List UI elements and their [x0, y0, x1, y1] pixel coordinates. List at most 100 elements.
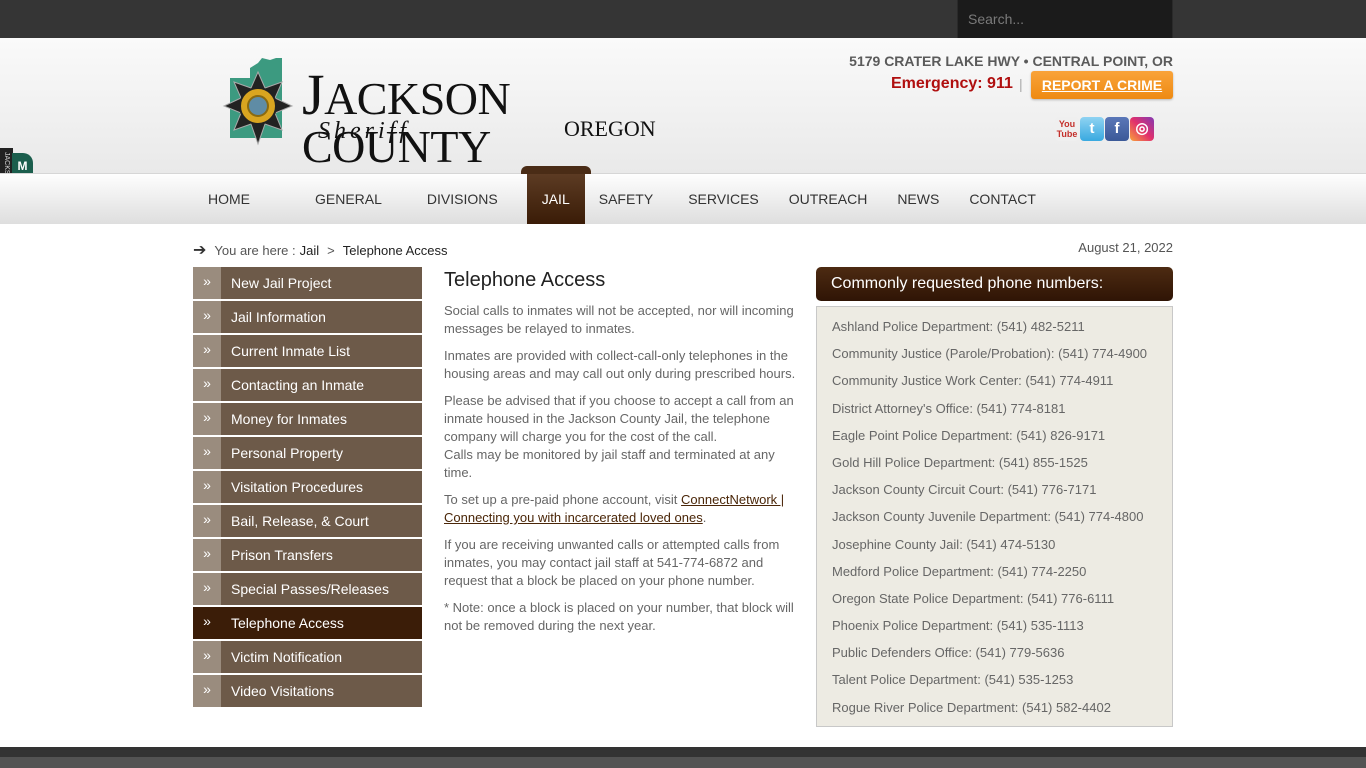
- phone-item: Rogue River Police Department: (541) 582…: [832, 699, 1111, 715]
- nav-outreach[interactable]: OUTREACH: [774, 174, 883, 224]
- sidebar-item-label: Current Inmate List: [231, 343, 351, 359]
- paragraph-unwanted-calls: If you are receiving unwanted calls or a…: [444, 537, 780, 588]
- chevron-right-icon: »: [193, 267, 221, 299]
- paragraph-social-calls: Social calls to inmates will not be acce…: [444, 303, 794, 336]
- phone-numbers-panel: Commonly requested phone numbers: Ashlan…: [816, 267, 1173, 727]
- phone-item: Eagle Point Police Department: (541) 826…: [832, 427, 1106, 443]
- phone-item: Phoenix Police Department: (541) 535-111…: [832, 618, 1084, 634]
- site-header: JACKSON COUNTY Sheriff OREGON 5179 CRATE…: [0, 38, 1366, 221]
- site-logo[interactable]: JACKSON COUNTY Sheriff OREGON: [220, 58, 670, 170]
- breadcrumb-current: Telephone Access: [342, 242, 448, 258]
- paragraph-note: * Note: once a block is placed on your n…: [444, 600, 794, 633]
- nav-services[interactable]: SERVICES: [668, 174, 774, 224]
- phone-item: Gold Hill Police Department: (541) 855-1…: [832, 454, 1088, 470]
- nav-general[interactable]: GENERAL: [265, 174, 397, 224]
- sidebar-item-label: Prison Transfers: [231, 547, 333, 563]
- prepaid-text: To set up a pre-paid phone account, visi…: [444, 492, 682, 507]
- charges-text: Please be advised that if you choose to …: [444, 393, 794, 444]
- phone-numbers-list: Ashland Police Department: (541) 482-521…: [816, 306, 1173, 727]
- address: 5179 CRATER LAKE HWY • CENTRAL POINT, OR: [849, 53, 1173, 69]
- report-a-crime-button[interactable]: REPORT A CRIME: [1031, 71, 1173, 99]
- nav-home[interactable]: HOME: [193, 174, 265, 224]
- chevron-right-icon: »: [193, 471, 221, 503]
- sidebar-item-video-visitations[interactable]: » Video Visitations: [193, 675, 422, 707]
- main-nav: HOME GENERAL DIVISIONS JAIL SAFETY SERVI…: [0, 166, 1366, 224]
- nav-safety[interactable]: SAFETY: [599, 174, 668, 224]
- footer-bar: [0, 747, 1366, 757]
- sidebar-item-label: Victim Notification: [231, 649, 343, 665]
- phone-item: Oregon State Police Department: (541) 77…: [832, 590, 1115, 606]
- chevron-right-icon: »: [193, 539, 221, 571]
- sidebar-item-victim-notification[interactable]: » Victim Notification: [193, 641, 422, 673]
- sidebar-item-label: Special Passes/Releases: [231, 581, 389, 597]
- main-content: Telephone Access Social calls to inmates…: [444, 268, 799, 644]
- chevron-right-icon: »: [193, 641, 221, 673]
- nav-contact[interactable]: CONTACT: [954, 174, 1051, 224]
- breadcrumb: ➔ You are here : Jail > Telephone Access: [193, 240, 448, 260]
- footer-bottom: [0, 757, 1366, 768]
- current-date: August 21, 2022: [1078, 240, 1173, 255]
- sidebar-item-telephone-access[interactable]: » Telephone Access: [193, 607, 422, 639]
- phone-item: District Attorney's Office: (541) 774-81…: [832, 400, 1066, 416]
- paragraph-collect-calls: Inmates are provided with collect-call-o…: [444, 348, 796, 381]
- sheriff-badge-icon: [222, 58, 294, 146]
- sidebar-item-special-passes-releases[interactable]: » Special Passes/Releases: [193, 573, 422, 605]
- top-bar: [0, 0, 1366, 38]
- prepaid-suffix: .: [702, 510, 707, 525]
- phone-item: Community Justice (Parole/Probation): (5…: [832, 346, 1148, 362]
- phone-item: Talent Police Department: (541) 535-1253: [832, 672, 1074, 688]
- chevron-right-icon: »: [193, 573, 221, 605]
- chevron-right-icon: »: [193, 505, 221, 537]
- sidebar-item-money-for-inmates[interactable]: » Money for Inmates: [193, 403, 422, 435]
- paragraph-prepaid: To set up a pre-paid phone account, visi…: [444, 491, 799, 527]
- breadcrumb-prefix: You are here :: [214, 242, 296, 258]
- sidebar-item-label: Contacting an Inmate: [231, 377, 365, 393]
- phone-item: Ashland Police Department: (541) 482-521…: [832, 319, 1085, 334]
- sidebar-item-bail-release-court[interactable]: » Bail, Release, & Court: [193, 505, 422, 537]
- arrow-right-icon: ➔: [193, 242, 207, 259]
- sidebar-item-visitation-procedures[interactable]: » Visitation Procedures: [193, 471, 422, 503]
- chevron-right-icon: »: [193, 437, 221, 469]
- phone-item: Jackson County Juvenile Department: (541…: [832, 509, 1144, 525]
- phone-numbers-title: Commonly requested phone numbers:: [816, 267, 1173, 301]
- nav-news[interactable]: NEWS: [882, 174, 954, 224]
- nav-jail[interactable]: JAIL: [520, 166, 591, 224]
- chevron-right-icon: »: [193, 675, 221, 707]
- header-separator: |: [1019, 76, 1023, 92]
- sidebar-menu: » New Jail Project » Jail Information » Cur…: [193, 267, 422, 709]
- chevron-right-icon: »: [193, 335, 221, 367]
- sidebar-item-new-jail-project[interactable]: » New Jail Project: [193, 267, 422, 299]
- phone-item: Public Defenders Office: (541) 779-5636: [832, 645, 1065, 661]
- sidebar-item-current-inmate-list[interactable]: » Current Inmate List: [193, 335, 422, 367]
- social-links: You Tube t f ◎: [1055, 117, 1154, 141]
- phone-item: Jackson County Circuit Court: (541) 776-…: [832, 482, 1097, 498]
- chevron-right-icon: »: [193, 301, 221, 333]
- emergency-number: Emergency: 911: [891, 75, 1013, 92]
- logo-subtitle: Sheriff: [318, 118, 410, 144]
- phone-item: Josephine County Jail: (541) 474-5130: [832, 536, 1056, 552]
- sidebar-item-prison-transfers[interactable]: » Prison Transfers: [193, 539, 422, 571]
- instagram-icon[interactable]: ◎: [1130, 117, 1154, 141]
- breadcrumb-jail[interactable]: Jail: [300, 243, 320, 258]
- sidebar-item-label: Telephone Access: [231, 615, 344, 631]
- twitter-icon[interactable]: t: [1080, 117, 1104, 141]
- breadcrumb-separator: >: [327, 242, 335, 258]
- sidebar-item-label: New Jail Project: [231, 275, 332, 291]
- sidebar-item-label: Bail, Release, & Court: [231, 513, 369, 529]
- page-title: Telephone Access: [444, 269, 606, 291]
- sidebar-item-label: Personal Property: [231, 445, 344, 461]
- sidebar-item-label: Money for Inmates: [231, 411, 347, 427]
- sidebar-item-label: Visitation Procedures: [231, 479, 364, 495]
- sidebar-item-contacting-an-inmate[interactable]: » Contacting an Inmate: [193, 369, 422, 401]
- sidebar-item-jail-information[interactable]: » Jail Information: [193, 301, 422, 333]
- phone-item: Medford Police Department: (541) 774-225…: [832, 563, 1087, 579]
- chevron-right-icon: »: [193, 607, 221, 639]
- sidebar-item-personal-property[interactable]: » Personal Property: [193, 437, 422, 469]
- search-input[interactable]: [958, 0, 1172, 38]
- nav-divisions[interactable]: DIVISIONS: [397, 174, 513, 224]
- youtube-icon[interactable]: You Tube: [1055, 117, 1079, 141]
- chevron-right-icon: »: [193, 369, 221, 401]
- sidebar-item-label: Video Visitations: [231, 683, 334, 699]
- facebook-icon[interactable]: f: [1105, 117, 1129, 141]
- monitoring-text: Calls may be monitored by jail staff and…: [444, 447, 775, 480]
